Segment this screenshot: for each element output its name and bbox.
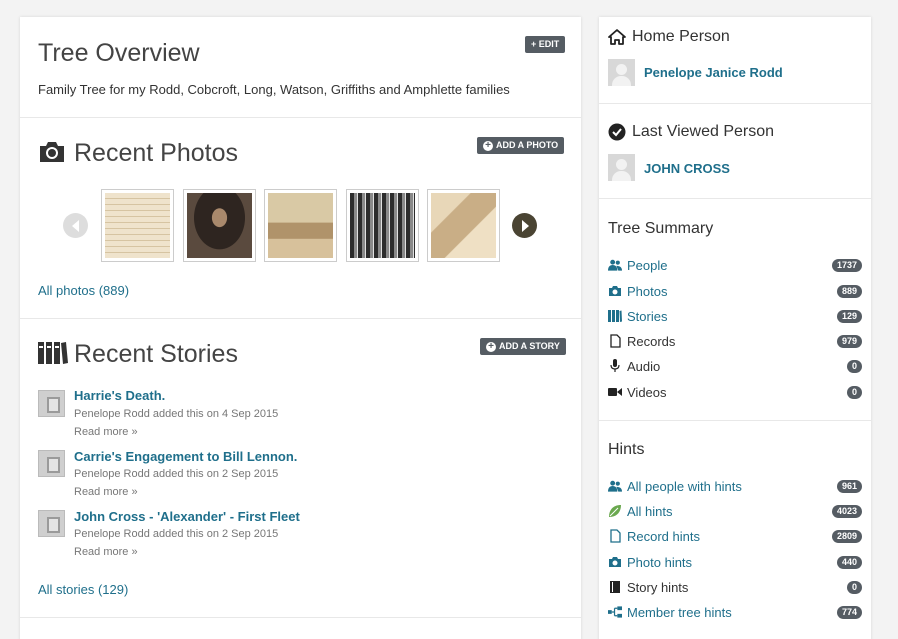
summary-row-records: Records 979 [608, 332, 862, 350]
count-badge: 129 [836, 309, 862, 323]
home-icon [608, 29, 626, 45]
count-badge: 979 [836, 334, 862, 348]
sidebar-panel: Home Person Penelope Janice Rodd Last Vi… [599, 17, 871, 639]
people-icon [608, 258, 622, 272]
story-icon [38, 390, 65, 417]
video-icon [608, 385, 622, 399]
summary-row-photos[interactable]: Photos 889 [608, 282, 862, 300]
plus-icon: + [486, 341, 496, 352]
count-badge: 1737 [831, 258, 862, 272]
document-icon [608, 529, 622, 543]
camera-icon [38, 140, 66, 164]
carousel-next-button[interactable] [512, 213, 537, 238]
recent-stories-title: Recent Stories [74, 340, 238, 368]
story-title-link[interactable]: John Cross - 'Alexander' - First Fleet [74, 509, 300, 524]
count-badge: 774 [836, 605, 862, 619]
all-stories-link[interactable]: All stories (129) [38, 582, 128, 597]
summary-row-people[interactable]: People 1737 [608, 256, 862, 274]
count-badge: 889 [836, 284, 862, 298]
story-title-link[interactable]: Carrie's Engagement to Bill Lennon. [74, 449, 297, 464]
add-photo-button[interactable]: + ADD A PHOTO [477, 137, 565, 154]
count-badge: 0 [846, 580, 862, 594]
story-meta: Penelope Rodd added this on 4 Sep 2015 [74, 408, 279, 420]
microphone-icon [608, 359, 622, 373]
home-person-heading: Home Person [608, 28, 730, 46]
tree-description: Family Tree for my Rodd, Cobcroft, Long,… [38, 82, 510, 97]
divider [20, 117, 581, 118]
read-more-link[interactable]: Read more » [74, 546, 138, 558]
hints-row-record-hints[interactable]: Record hints 2809 [608, 527, 862, 545]
photo-thumbnail[interactable] [346, 189, 419, 262]
count-badge: 4023 [831, 504, 862, 518]
leaf-icon [608, 504, 622, 518]
tree-overview-panel: Tree Overview + EDIT Family Tree for my … [20, 17, 581, 639]
summary-row-videos: Videos 0 [608, 383, 862, 401]
page-title: Tree Overview [38, 39, 200, 67]
check-circle-icon [608, 123, 626, 141]
tree-icon [608, 605, 622, 619]
photo-thumbnail[interactable] [101, 189, 174, 262]
story-icon [38, 510, 65, 537]
photo-thumbnail[interactable] [427, 189, 500, 262]
count-badge: 0 [846, 385, 862, 399]
divider [599, 198, 871, 199]
hints-row-all-hints[interactable]: All hints 4023 [608, 502, 862, 520]
hints-row-photo-hints[interactable]: Photo hints 440 [608, 553, 862, 571]
chevron-left-icon [71, 219, 79, 232]
story-meta: Penelope Rodd added this on 2 Sep 2015 [74, 468, 279, 480]
story-meta: Penelope Rodd added this on 2 Sep 2015 [74, 528, 279, 540]
camera-icon [608, 284, 622, 298]
hints-heading: Hints [608, 441, 645, 458]
summary-row-audio: Audio 0 [608, 357, 862, 375]
people-icon [608, 479, 622, 493]
home-person-link[interactable]: Penelope Janice Rodd [644, 65, 783, 80]
tree-summary-heading: Tree Summary [608, 220, 714, 237]
book-icon [608, 580, 622, 594]
divider [599, 420, 871, 421]
summary-row-stories[interactable]: Stories 129 [608, 307, 862, 325]
camera-icon [608, 555, 622, 569]
count-badge: 961 [836, 479, 862, 493]
all-photos-link[interactable]: All photos (889) [38, 283, 129, 298]
hints-row-member-tree-hints[interactable]: Member tree hints 774 [608, 603, 862, 621]
divider [599, 103, 871, 104]
recent-photos-title: Recent Photos [74, 139, 238, 167]
document-icon [608, 334, 622, 348]
avatar [608, 59, 635, 86]
avatar [608, 154, 635, 181]
count-badge: 440 [836, 555, 862, 569]
story-icon [38, 450, 65, 477]
edit-button[interactable]: + EDIT [525, 36, 566, 53]
count-badge: 2809 [831, 529, 862, 543]
hints-row-all-people[interactable]: All people with hints 961 [608, 477, 862, 495]
chevron-right-icon [521, 219, 529, 232]
photo-thumbnail[interactable] [264, 189, 337, 262]
divider [20, 318, 581, 319]
read-more-link[interactable]: Read more » [74, 426, 138, 438]
add-story-button[interactable]: + ADD A STORY [480, 338, 566, 355]
read-more-link[interactable]: Read more » [74, 486, 138, 498]
divider [20, 617, 581, 618]
hints-row-story-hints: Story hints 0 [608, 578, 862, 596]
count-badge: 0 [846, 359, 862, 373]
plus-icon: + [483, 140, 493, 151]
last-viewed-person-link[interactable]: JOHN CROSS [644, 161, 730, 176]
books-icon [608, 309, 622, 323]
last-viewed-heading: Last Viewed Person [608, 123, 774, 141]
books-icon [38, 342, 68, 364]
carousel-prev-button[interactable] [63, 213, 88, 238]
photo-thumbnail[interactable] [183, 189, 256, 262]
story-title-link[interactable]: Harrie's Death. [74, 388, 165, 403]
